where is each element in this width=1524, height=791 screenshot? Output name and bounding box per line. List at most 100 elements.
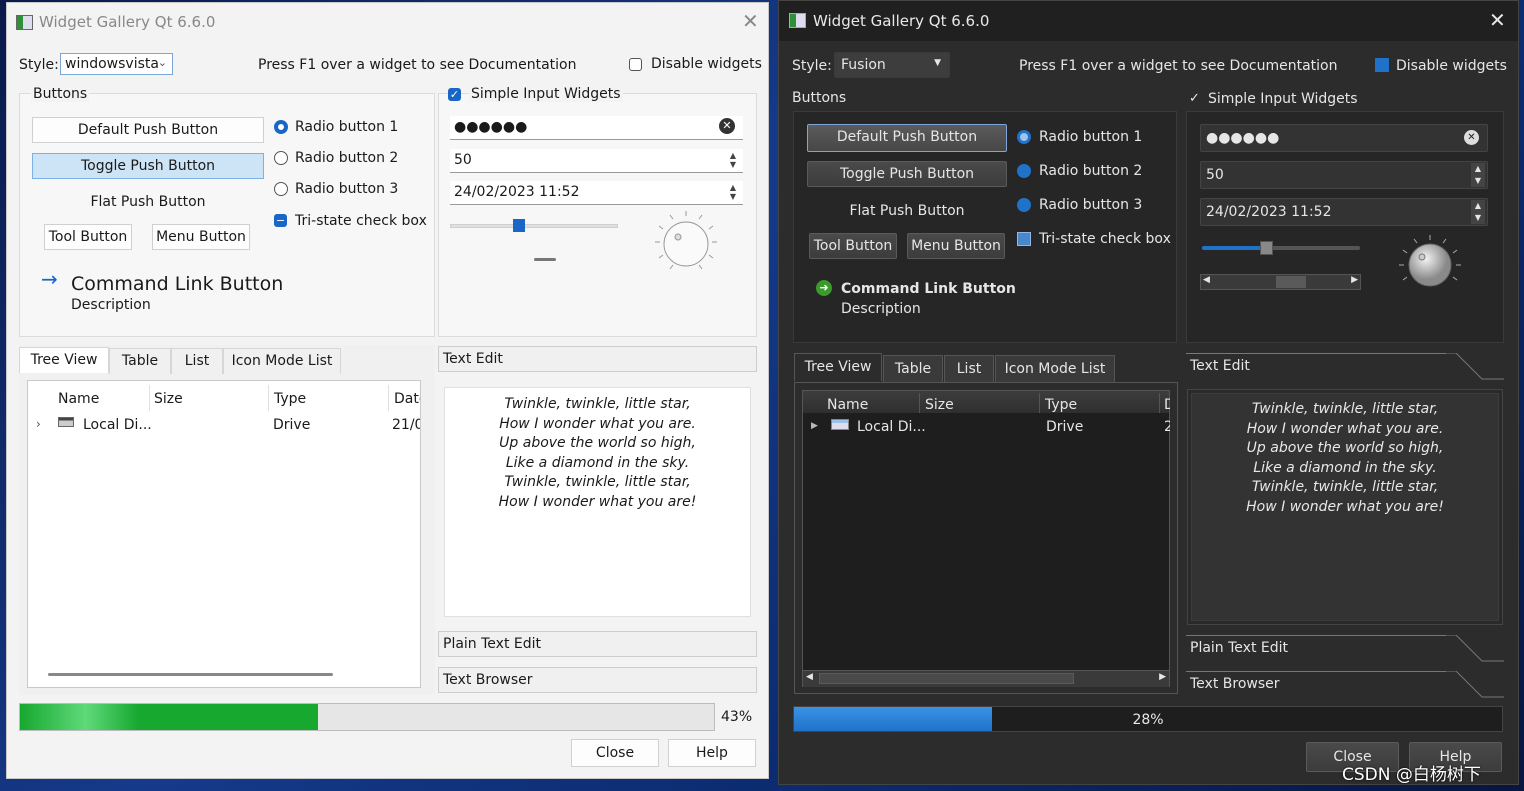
- drive-icon: [58, 417, 74, 427]
- simple-input-checkbox[interactable]: ✓: [1189, 91, 1200, 106]
- scroll-right-icon[interactable]: ▶: [1351, 275, 1358, 285]
- horizontal-slider-track[interactable]: [1202, 246, 1360, 250]
- toggle-push-button[interactable]: Toggle Push Button: [807, 161, 1007, 187]
- tab-table[interactable]: Table: [883, 355, 943, 383]
- text-edit[interactable]: Twinkle, twinkle, little star, How I won…: [1191, 393, 1499, 621]
- table-row[interactable]: Local Di...: [857, 419, 926, 435]
- scrollbar-handle[interactable]: [819, 673, 1074, 684]
- column-name[interactable]: Name: [58, 391, 99, 407]
- flat-push-button[interactable]: Flat Push Button: [32, 194, 264, 210]
- password-field[interactable]: ●●●●●● ✕: [450, 116, 743, 140]
- toolbox-text-edit-tab[interactable]: Text Edit: [1186, 353, 1504, 381]
- date-spin-arrows-icon[interactable]: ▲ ▼: [1471, 200, 1485, 224]
- style-combo[interactable]: Fusion ▼: [834, 52, 950, 78]
- column-name[interactable]: Name: [827, 397, 868, 413]
- simple-input-checkbox[interactable]: ✓: [448, 88, 461, 101]
- menu-button[interactable]: Menu Button: [152, 224, 250, 250]
- toolbox-plain-text-edit-tab[interactable]: Plain Text Edit: [1186, 635, 1504, 663]
- date-spin-arrows-icon[interactable]: ▲ ▼: [727, 183, 739, 201]
- arrow-right-icon: →: [41, 267, 58, 291]
- poem-line: How I wonder what you are.: [1246, 420, 1444, 437]
- dial[interactable]: [1397, 233, 1463, 295]
- spin-arrows-icon[interactable]: ▲ ▼: [1471, 163, 1485, 187]
- tree-view[interactable]: Name Size Type D ▶ Local Di... Drive 2 ◀…: [802, 390, 1170, 687]
- default-push-button[interactable]: Default Push Button: [32, 117, 264, 143]
- disable-widgets-checkbox[interactable]: [1375, 58, 1389, 72]
- tab-icon-mode-list[interactable]: Icon Mode List: [223, 348, 341, 374]
- radio-button-3-label: Radio button 3: [295, 181, 399, 197]
- password-field[interactable]: ●●●●●● ✕: [1200, 124, 1488, 152]
- expand-chevron-icon[interactable]: ›: [36, 417, 41, 431]
- command-link-button[interactable]: Command Link Button: [841, 281, 1016, 297]
- spin-box[interactable]: 50 ▲ ▼: [450, 149, 743, 173]
- column-type[interactable]: Type: [274, 391, 306, 407]
- command-link-button[interactable]: Command Link Button: [71, 273, 283, 295]
- radio-button-3[interactable]: [1017, 198, 1031, 212]
- tool-button[interactable]: Tool Button: [809, 233, 897, 259]
- toggle-push-button[interactable]: Toggle Push Button: [32, 153, 264, 179]
- chevron-down-icon: ▼: [934, 58, 941, 68]
- tab-list[interactable]: List: [171, 348, 223, 374]
- radio-button-2[interactable]: [1017, 164, 1031, 178]
- date-time-edit[interactable]: 24/02/2023 11:52 ▲ ▼: [450, 181, 743, 205]
- toolbox-text-edit-tab[interactable]: Text Edit: [438, 346, 757, 372]
- dial[interactable]: [652, 208, 720, 276]
- default-push-button[interactable]: Default Push Button: [807, 124, 1007, 152]
- tristate-checkbox[interactable]: [1017, 232, 1031, 246]
- close-icon[interactable]: ✕: [1489, 8, 1506, 32]
- scroll-left-icon[interactable]: ◀: [1203, 275, 1210, 285]
- expand-chevron-icon[interactable]: ▶: [811, 421, 818, 431]
- close-icon[interactable]: ✕: [742, 9, 759, 33]
- toolbox-text-edit-label: Text Edit: [1190, 358, 1250, 374]
- radio-button-1[interactable]: [1017, 130, 1031, 144]
- horizontal-slider-track[interactable]: [450, 224, 618, 228]
- scroll-right-icon[interactable]: ▶: [1159, 672, 1166, 682]
- horizontal-scrollbar[interactable]: [48, 673, 333, 676]
- drive-icon: [831, 419, 849, 430]
- table-row[interactable]: Local Di...: [83, 417, 152, 433]
- tree-view[interactable]: Name Size Type Date › Local Di... Drive …: [27, 380, 421, 688]
- column-date[interactable]: D: [1164, 397, 1170, 413]
- column-divider: [1039, 393, 1040, 413]
- clear-icon[interactable]: ✕: [1464, 130, 1479, 145]
- style-combo[interactable]: windowsvista ⌄: [60, 53, 173, 75]
- slider-handle[interactable]: [513, 219, 525, 232]
- radio-button-2[interactable]: [274, 151, 288, 165]
- tristate-label: Tri-state check box: [1039, 231, 1171, 247]
- horizontal-scrollbar[interactable]: ◀ ▶: [803, 670, 1169, 687]
- spin-arrows-icon[interactable]: ▲ ▼: [727, 151, 739, 169]
- column-type[interactable]: Type: [1045, 397, 1077, 413]
- date-time-edit[interactable]: 24/02/2023 11:52 ▲ ▼: [1200, 198, 1488, 226]
- flat-push-button[interactable]: Flat Push Button: [807, 203, 1007, 219]
- toolbox-text-browser-tab[interactable]: Text Browser: [1186, 671, 1504, 699]
- disable-widgets-checkbox[interactable]: [629, 58, 642, 71]
- tab-table[interactable]: Table: [109, 348, 171, 374]
- tool-button[interactable]: Tool Button: [44, 224, 132, 250]
- scroll-left-icon[interactable]: ◀: [806, 672, 813, 682]
- tab-tree-view[interactable]: Tree View: [794, 353, 882, 381]
- menu-button[interactable]: Menu Button: [907, 233, 1005, 259]
- slider-handle[interactable]: [1260, 241, 1273, 255]
- close-button[interactable]: Close: [571, 739, 659, 767]
- tab-list[interactable]: List: [944, 355, 994, 383]
- help-button[interactable]: Help: [668, 739, 756, 767]
- scrollbar-handle[interactable]: [1276, 276, 1306, 288]
- tab-icon-mode-list[interactable]: Icon Mode List: [995, 355, 1115, 383]
- clear-icon[interactable]: ✕: [719, 118, 735, 134]
- radio-button-1[interactable]: [274, 120, 288, 134]
- column-date[interactable]: Date: [394, 391, 420, 407]
- spin-box[interactable]: 50 ▲ ▼: [1200, 161, 1488, 189]
- light-title-bar[interactable]: Widget Gallery Qt 6.6.0 ✕: [7, 3, 768, 41]
- column-size[interactable]: Size: [925, 397, 954, 413]
- toolbox-plain-text-edit-tab[interactable]: Plain Text Edit: [438, 631, 757, 657]
- horizontal-scrollbar[interactable]: ◀ ▶: [1200, 274, 1361, 290]
- tab-tree-view[interactable]: Tree View: [19, 347, 109, 373]
- password-value: ●●●●●●: [454, 119, 528, 135]
- radio-button-3[interactable]: [274, 182, 288, 196]
- column-size[interactable]: Size: [154, 391, 183, 407]
- text-edit[interactable]: Twinkle, twinkle, little star, How I won…: [444, 387, 751, 617]
- toolbox-text-browser-tab[interactable]: Text Browser: [438, 667, 757, 693]
- tristate-checkbox[interactable]: −: [274, 214, 287, 227]
- dark-title-bar[interactable]: Widget Gallery Qt 6.6.0 ✕: [779, 1, 1518, 41]
- scrollbar-handle[interactable]: [534, 258, 556, 261]
